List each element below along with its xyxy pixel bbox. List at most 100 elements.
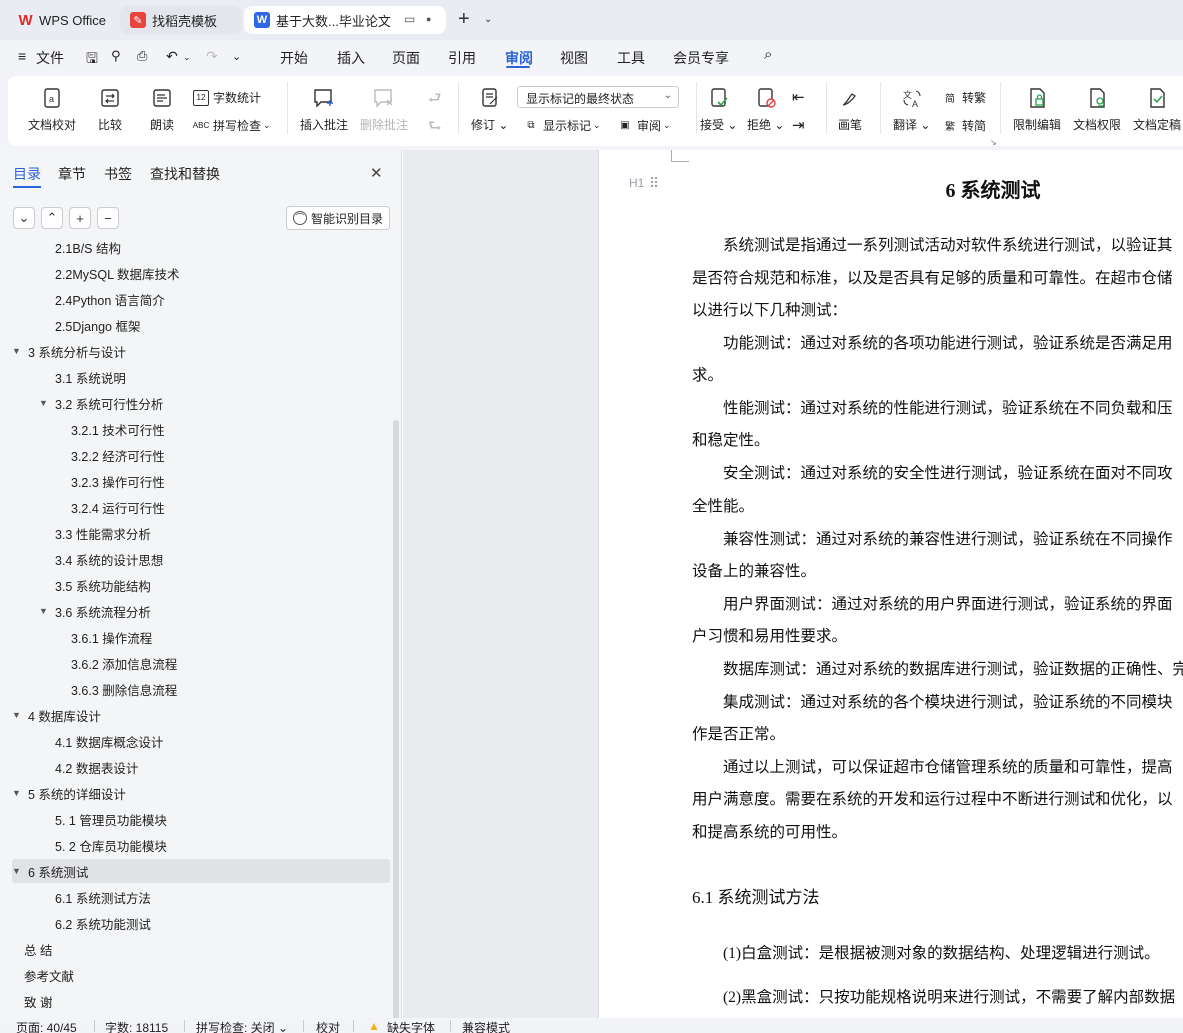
expand-triangle-icon[interactable]: ▼ [12, 710, 24, 720]
restrict-edit-button[interactable]: 限制编辑 [1013, 86, 1061, 133]
expand-triangle-icon[interactable]: ▼ [39, 606, 51, 616]
expand-triangle-icon[interactable]: ▼ [12, 788, 24, 798]
delete-comment-button[interactable]: 删除批注 [360, 86, 408, 133]
word-count-indicator[interactable]: 字数: 18115 [105, 1019, 168, 1033]
save-icon[interactable]: 🖫 [86, 48, 98, 72]
tab-find-replace[interactable]: 查找和替换 [150, 164, 220, 184]
toc-item[interactable]: 5. 1 管理员功能模块 [12, 807, 390, 831]
menu-member[interactable]: 会员专享 [673, 48, 729, 68]
expand-triangle-icon[interactable]: ▼ [12, 346, 24, 356]
missing-font-indicator[interactable]: 缺失字体 [387, 1019, 435, 1033]
chevron-down-icon[interactable]: ⌄ [484, 14, 492, 25]
tab-wps-office[interactable]: W WPS Office [8, 6, 116, 34]
toc-item[interactable]: 参考文献 [12, 963, 390, 987]
group-expand-icon[interactable]: ↘ [990, 138, 997, 147]
toc-item[interactable]: 3.6.1 操作流程 [12, 625, 390, 649]
spell-check-indicator[interactable]: 拼写检查: 关闭 ⌄ [196, 1019, 288, 1033]
menu-review[interactable]: 审阅 [505, 48, 533, 68]
expand-triangle-icon[interactable]: ▼ [39, 398, 51, 408]
review-pane-button[interactable]: ▣ 审阅 ⌄ [617, 117, 670, 134]
show-markup-button[interactable]: ⧉ 显示标记 ⌄ [523, 117, 600, 134]
toc-item[interactable]: 3.6.3 删除信息流程 [12, 677, 390, 701]
markup-mode-select[interactable]: 显示标记的最终状态 ⌄ [517, 86, 679, 108]
proofread-button[interactable]: a 文档校对 [28, 86, 76, 133]
spell-check-button[interactable]: ABC 拼写检查 ⌄ [193, 117, 271, 134]
remove-heading-button[interactable]: − [97, 207, 119, 229]
toc-item[interactable]: 总 结 [12, 937, 390, 961]
tab-toc[interactable]: 目录 [13, 164, 41, 184]
toc-item[interactable]: ▼ 4 数据库设计 [12, 703, 390, 727]
add-heading-button[interactable]: + [69, 207, 91, 229]
menu-insert[interactable]: 插入 [337, 48, 365, 68]
doc-finalize-button[interactable]: 文档定稿 [1133, 86, 1181, 133]
toc-item[interactable]: ▼ 3.2 系统可行性分析 [12, 391, 390, 415]
toc-item[interactable]: 2.4Python 语言简介 [12, 287, 390, 311]
tab-thesis-document[interactable]: W 基于大数...毕业论文 [244, 6, 446, 34]
window-mode-icon[interactable]: ▭ [404, 12, 415, 26]
toc-item[interactable]: 4.1 数据库概念设计 [12, 729, 390, 753]
menu-home[interactable]: 开始 [280, 48, 308, 68]
menu-page[interactable]: 页面 [392, 48, 420, 68]
toc-item[interactable]: 3.1 系统说明 [12, 365, 390, 389]
insert-comment-button[interactable]: 插入批注 [300, 86, 348, 133]
accept-button[interactable]: 接受 ⌄ [700, 86, 737, 133]
close-icon[interactable]: ✕ [370, 164, 383, 182]
toc-item[interactable]: ▼ 3 系统分析与设计 [12, 339, 390, 363]
toc-item[interactable]: 3.6.2 添加信息流程 [12, 651, 390, 675]
tab-chapters[interactable]: 章节 [58, 164, 86, 184]
document-page[interactable]: H1 ⠿ 6 系统测试 系统测试是指通过一系列测试活动对软件系统进行测试，以验证… [598, 150, 1183, 1018]
toc-item[interactable]: 2.5Django 框架 [12, 313, 390, 337]
collapse-all-button[interactable]: ⌄ [13, 207, 35, 229]
read-aloud-button[interactable]: 朗读 [150, 86, 174, 133]
toc-item[interactable]: 6.1 系统测试方法 [12, 885, 390, 909]
toc-item[interactable]: ▼ 3.6 系统流程分析 [12, 599, 390, 623]
scrollbar[interactable] [393, 420, 399, 1020]
search-icon[interactable]: ⌕ [764, 46, 772, 63]
expand-triangle-icon[interactable]: ▼ [12, 866, 24, 876]
track-changes-button[interactable]: 修订 ⌄ [471, 86, 508, 133]
toc-item[interactable]: 3.5 系统功能结构 [12, 573, 390, 597]
heading-level-marker[interactable]: H1 [629, 176, 644, 190]
toc-item[interactable]: ▼ 6 系统测试 [12, 859, 390, 883]
menu-reference[interactable]: 引用 [448, 48, 476, 68]
next-comment-icon[interactable]: ⮑ [428, 116, 442, 141]
smart-toc-button[interactable]: ⌒ 智能识别目录 [286, 206, 390, 230]
page-indicator[interactable]: 页面: 40/45 [16, 1019, 77, 1033]
move-up-button[interactable]: ⌃ [41, 207, 63, 229]
new-tab-plus-icon[interactable]: + [458, 8, 470, 31]
word-count-button[interactable]: 12 字数统计 [193, 89, 261, 106]
toc-item[interactable]: 3.2.1 技术可行性 [12, 417, 390, 441]
toc-item[interactable]: 3.4 系统的设计思想 [12, 547, 390, 571]
toc-item[interactable]: 5. 2 仓库员功能模块 [12, 833, 390, 857]
share-icon[interactable]: ⚲ [111, 48, 121, 64]
undo-dropdown-icon[interactable]: ⌄ [183, 52, 191, 63]
previous-comment-icon[interactable]: ⮐ [428, 88, 442, 113]
redo-icon[interactable]: ↷ [206, 48, 218, 65]
menu-file[interactable]: 文件 [36, 48, 64, 68]
to-traditional-button[interactable]: 简 转繁 [942, 89, 986, 106]
toc-item[interactable]: 3.2.4 运行可行性 [12, 495, 390, 519]
toc-item[interactable]: 致 谢 [12, 989, 390, 1013]
toc-item[interactable]: 6.2 系统功能测试 [12, 911, 390, 935]
drag-handle-icon[interactable]: ⠿ [649, 175, 659, 192]
toc-item[interactable]: 3.2.2 经济可行性 [12, 443, 390, 467]
more-chevron-icon[interactable]: ⌄ [232, 50, 241, 63]
hamburger-icon[interactable]: ≡ [18, 48, 26, 64]
translate-button[interactable]: 文A 翻译 ⌄ [893, 86, 930, 133]
toc-item[interactable]: 3.2.3 操作可行性 [12, 469, 390, 493]
menu-tools[interactable]: 工具 [617, 48, 645, 68]
toc-item[interactable]: 2.1B/S 结构 [12, 242, 390, 259]
proofread-indicator[interactable]: 校对 [316, 1019, 340, 1033]
compare-button[interactable]: 比较 [98, 86, 122, 133]
toc-item[interactable]: 2.2MySQL 数据库技术 [12, 261, 390, 285]
previous-change-icon[interactable]: ⇤ [792, 88, 805, 106]
to-simplified-button[interactable]: 繁 转简 [942, 117, 986, 134]
toc-item[interactable]: 3.3 性能需求分析 [12, 521, 390, 545]
toc-item[interactable]: ▼ 5 系统的详细设计 [12, 781, 390, 805]
toc-item[interactable]: 4.2 数据表设计 [12, 755, 390, 779]
doc-permission-button[interactable]: 文档权限 [1073, 86, 1121, 133]
print-preview-icon[interactable]: ⎙ [137, 48, 147, 64]
undo-icon[interactable]: ↶ [166, 48, 178, 65]
next-change-icon[interactable]: ⇥ [792, 116, 805, 134]
reject-button[interactable]: 拒绝 ⌄ [747, 86, 784, 133]
